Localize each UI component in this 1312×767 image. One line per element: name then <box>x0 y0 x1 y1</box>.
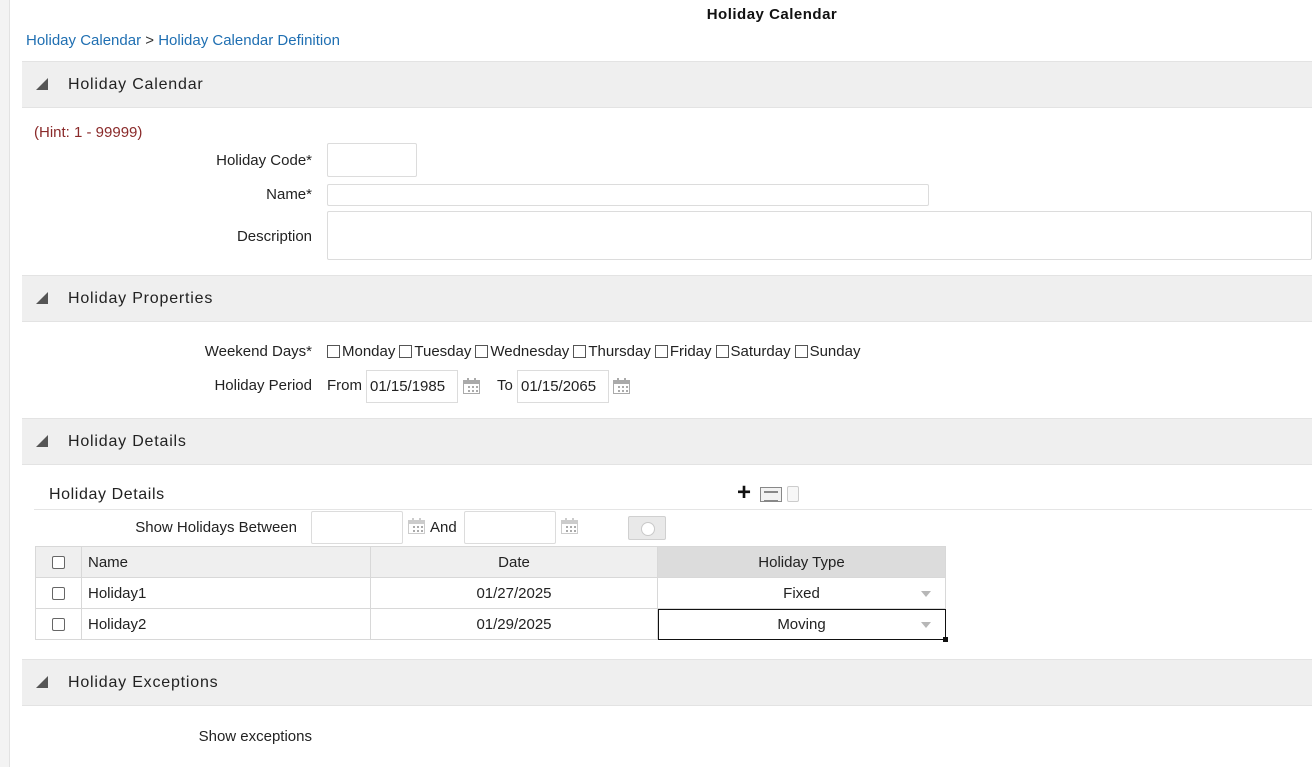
calendar-icon[interactable] <box>408 518 425 534</box>
select-all-checkbox[interactable] <box>52 556 65 570</box>
description-textarea[interactable] <box>327 211 1312 260</box>
filter-from-date-input[interactable] <box>311 511 403 544</box>
breadcrumb-current-link[interactable]: Holiday Calendar Definition <box>158 32 340 49</box>
section-header-holiday-details[interactable]: Holiday Details <box>22 418 1312 465</box>
filter-go-button[interactable] <box>628 516 666 540</box>
calendar-icon[interactable] <box>561 518 578 534</box>
table-row[interactable]: Holiday1 01/27/2025 Fixed <box>35 577 946 609</box>
details-subheading: Holiday Details <box>49 486 165 503</box>
name-input[interactable] <box>327 184 929 206</box>
checkbox-box-icon[interactable] <box>573 345 587 358</box>
section-header-holiday-exceptions[interactable]: Holiday Exceptions <box>22 659 1312 706</box>
table-header-row: Name Date Holiday Type <box>35 546 946 578</box>
holiday-name-cell[interactable]: Holiday1 <box>81 577 371 609</box>
collapse-triangle-icon[interactable] <box>36 676 48 688</box>
collapse-triangle-icon[interactable] <box>36 435 48 447</box>
holiday-name-cell[interactable]: Holiday2 <box>81 608 371 640</box>
period-to-input[interactable]: 01/15/2065 <box>517 370 609 403</box>
weekend-wednesday-checkbox[interactable]: Wednesday <box>475 343 569 360</box>
plus-icon[interactable]: + <box>737 481 751 505</box>
checkbox-box-icon[interactable] <box>475 345 489 358</box>
checkbox-box-icon[interactable] <box>794 345 808 358</box>
checkbox-box-icon[interactable] <box>715 345 729 358</box>
checkbox-box-icon[interactable] <box>399 345 413 358</box>
holiday-date-cell[interactable]: 01/29/2025 <box>370 608 658 640</box>
show-holidays-between-label: Show Holidays Between <box>135 519 297 536</box>
weekend-friday-label: Friday <box>669 343 712 360</box>
checkbox-box-icon[interactable] <box>327 345 340 358</box>
breadcrumb: Holiday Calendar > Holiday Calendar Defi… <box>26 32 340 49</box>
breadcrumb-root-link[interactable]: Holiday Calendar <box>26 32 141 49</box>
section-title-holiday-exceptions: Holiday Exceptions <box>68 674 219 691</box>
period-to-label: To <box>497 377 513 394</box>
weekend-tuesday-checkbox[interactable]: Tuesday <box>399 343 471 360</box>
weekend-saturday-checkbox[interactable]: Saturday <box>715 343 791 360</box>
row-checkbox[interactable] <box>52 587 65 601</box>
weekend-days-group: Monday Tuesday Wednesday Thursday Friday… <box>327 343 864 360</box>
holiday-type-select[interactable]: Fixed <box>657 577 946 609</box>
filter-to-date-input[interactable] <box>464 511 556 544</box>
show-exceptions-label[interactable]: Show exceptions <box>150 728 312 745</box>
period-from-label: From <box>327 377 362 394</box>
weekend-monday-checkbox[interactable]: Monday <box>327 343 395 360</box>
chevron-down-icon[interactable] <box>921 622 931 628</box>
section-title-holiday-details: Holiday Details <box>68 433 187 450</box>
section-title-holiday-properties: Holiday Properties <box>68 290 214 307</box>
chevron-down-icon[interactable] <box>921 591 931 597</box>
section-header-holiday-properties[interactable]: Holiday Properties <box>22 275 1312 322</box>
page-title: Holiday Calendar <box>706 6 838 23</box>
holiday-code-input[interactable] <box>327 143 417 177</box>
left-frame-border <box>0 0 10 767</box>
holiday-type-select[interactable]: Moving <box>657 608 948 642</box>
breadcrumb-separator: > <box>141 32 159 49</box>
weekend-thursday-label: Thursday <box>588 343 651 360</box>
weekend-sunday-checkbox[interactable]: Sunday <box>794 343 861 360</box>
trash-icon[interactable] <box>787 486 799 502</box>
section-title-holiday-calendar: Holiday Calendar <box>68 76 204 93</box>
column-header-date[interactable]: Date <box>370 546 658 578</box>
description-label: Description <box>236 228 312 245</box>
cell-resize-handle[interactable] <box>943 637 948 642</box>
weekend-tuesday-label: Tuesday <box>414 343 472 360</box>
row-checkbox-cell[interactable] <box>35 608 82 640</box>
calendar-icon[interactable] <box>463 378 480 394</box>
weekend-thursday-checkbox[interactable]: Thursday <box>573 343 651 360</box>
weekend-days-label: Weekend Days* <box>204 343 312 360</box>
period-from-input[interactable]: 01/15/1985 <box>366 370 458 403</box>
weekend-friday-checkbox[interactable]: Friday <box>654 343 712 360</box>
weekend-sunday-label: Sunday <box>809 343 861 360</box>
holiday-type-value: Fixed <box>783 584 820 602</box>
column-header-name[interactable]: Name <box>81 546 371 578</box>
holiday-period-label: Holiday Period <box>214 377 312 394</box>
name-label: Name* <box>266 186 312 203</box>
filter-and-label: And <box>430 519 457 536</box>
select-all-checkbox-cell[interactable] <box>35 546 82 578</box>
table-row[interactable]: Holiday2 01/29/2025 Moving <box>35 608 948 642</box>
grid-edit-icon[interactable] <box>760 487 782 502</box>
weekend-saturday-label: Saturday <box>730 343 791 360</box>
subheading-divider <box>34 509 1312 510</box>
column-header-holiday-type[interactable]: Holiday Type <box>657 546 946 578</box>
collapse-triangle-icon[interactable] <box>36 292 48 304</box>
row-checkbox[interactable] <box>52 618 65 632</box>
weekend-wednesday-label: Wednesday <box>490 343 570 360</box>
holiday-date-cell[interactable]: 01/27/2025 <box>370 577 658 609</box>
calendar-icon[interactable] <box>613 378 630 394</box>
holiday-type-value: Moving <box>777 615 826 633</box>
checkbox-box-icon[interactable] <box>654 345 668 358</box>
row-checkbox-cell[interactable] <box>35 577 82 609</box>
weekend-monday-label: Monday <box>342 343 396 360</box>
code-hint: (Hint: 1 - 99999) <box>34 124 143 141</box>
holiday-details-table: Name Date Holiday Type Holiday1 01/27/20… <box>35 546 948 642</box>
collapse-triangle-icon[interactable] <box>36 78 48 90</box>
holiday-code-label: Holiday Code* <box>216 152 312 169</box>
section-header-holiday-calendar[interactable]: Holiday Calendar <box>22 61 1312 108</box>
